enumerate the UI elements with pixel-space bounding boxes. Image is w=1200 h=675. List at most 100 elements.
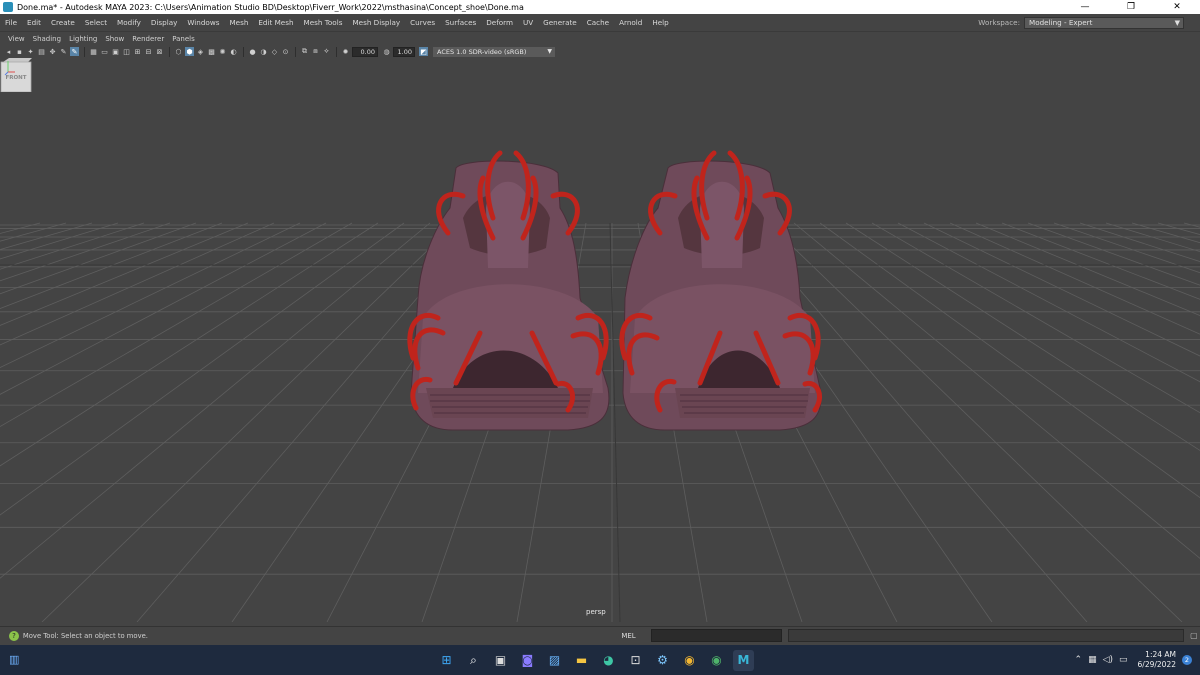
menu-edit[interactable]: Edit — [22, 18, 46, 27]
image-plane-icon[interactable]: ▤ — [37, 47, 46, 56]
screen-space-ao-icon[interactable]: ● — [248, 47, 257, 56]
minimize-button[interactable]: — — [1062, 0, 1108, 14]
clock-date: 6/29/2022 — [1137, 660, 1176, 669]
menu-file[interactable]: File — [0, 18, 22, 27]
edge-browser-icon[interactable]: ◕ — [598, 650, 619, 671]
color-space-select[interactable]: ACES 1.0 SDR-video (sRGB) ▼ — [433, 46, 555, 57]
color-management-icon[interactable]: ◩ — [419, 47, 428, 56]
grid-line — [0, 222, 93, 251]
menu-cache[interactable]: Cache — [582, 18, 614, 27]
use-all-lights-icon[interactable]: ✺ — [218, 47, 227, 56]
network-icon[interactable]: ▦ — [1088, 655, 1097, 665]
exposure-icon[interactable]: ✹ — [341, 47, 350, 56]
show-hidden-icons-chevron-up-icon[interactable]: ⌃ — [1075, 655, 1083, 665]
menu-generate[interactable]: Generate — [538, 18, 582, 27]
notification-badge[interactable]: 2 — [1182, 655, 1192, 665]
close-button[interactable]: ✕ — [1154, 0, 1200, 14]
xray-joints-icon[interactable]: ⟡ — [322, 47, 331, 56]
bookmark-icon[interactable]: ✦ — [26, 47, 35, 56]
grid-line — [0, 222, 119, 260]
restore-button[interactable]: ❐ — [1108, 0, 1154, 14]
menu-mesh-display[interactable]: Mesh Display — [347, 18, 405, 27]
grid-line — [923, 222, 1200, 357]
file-explorer-icon[interactable]: ▬ — [571, 650, 592, 671]
anti-aliasing-icon[interactable]: ◇ — [270, 47, 279, 56]
menu-arnold[interactable]: Arnold — [614, 18, 647, 27]
command-line-input[interactable] — [651, 629, 782, 642]
help-line-text: Move Tool: Select an object to move. — [22, 631, 148, 640]
perspective-viewport[interactable]: FRONT persp — [0, 58, 1200, 622]
speaker-icon[interactable]: ◁) — [1103, 655, 1113, 665]
panel-menu-view[interactable]: View — [4, 35, 29, 43]
menu-select[interactable]: Select — [80, 18, 112, 27]
workspace-value: Modeling - Expert — [1029, 18, 1093, 27]
menu-windows[interactable]: Windows — [182, 18, 224, 27]
wireframe-on-shaded-icon[interactable]: ◈ — [196, 47, 205, 56]
workspace-select[interactable]: Modeling - Expert ▼ — [1024, 16, 1184, 29]
chrome-icon[interactable]: ◉ — [679, 650, 700, 671]
main-menu-bar: File Edit Create Select Modify Display W… — [0, 14, 1200, 32]
safe-action-icon[interactable]: ⊟ — [144, 47, 153, 56]
menu-edit-mesh[interactable]: Edit Mesh — [253, 18, 298, 27]
gate-mask-icon[interactable]: ◫ — [122, 47, 131, 56]
battery-icon[interactable]: ▭ — [1119, 655, 1128, 665]
smooth-shade-icon[interactable]: ⬢ — [185, 47, 194, 56]
workspace-label: Workspace: — [978, 18, 1020, 27]
wireframe-icon[interactable]: ⬡ — [174, 47, 183, 56]
menu-modify[interactable]: Modify — [112, 18, 146, 27]
grid-toggle-icon[interactable]: ▦ — [89, 47, 98, 56]
motion-blur-icon[interactable]: ◑ — [259, 47, 268, 56]
microsoft-store-icon[interactable]: ⊡ — [625, 650, 646, 671]
teams-chat-icon[interactable]: ◙ — [517, 650, 538, 671]
grid-line — [0, 222, 301, 369]
gamma-icon[interactable]: ◍ — [382, 47, 391, 56]
system-tray: ⌃ ▦ ◁) ▭ 1:24 AM 6/29/2022 2 — [1075, 645, 1200, 675]
menu-create[interactable]: Create — [46, 18, 80, 27]
camera-select-icon[interactable]: ◂ — [4, 47, 13, 56]
script-editor-icon[interactable]: ▢ — [1190, 631, 1200, 641]
toolbar-divider — [84, 46, 85, 57]
xray-icon[interactable]: ⧈ — [311, 47, 320, 56]
gamma-field[interactable]: 1.00 — [393, 46, 415, 57]
shadows-icon[interactable]: ◐ — [229, 47, 238, 56]
widgets-icon[interactable]: ▥ — [9, 653, 23, 667]
camera-attributes-icon[interactable]: ▪ — [15, 47, 24, 56]
mel-toggle[interactable]: MEL — [621, 632, 651, 640]
depth-of-field-icon[interactable]: ⊙ — [281, 47, 290, 56]
viewport-scene — [0, 150, 1200, 622]
menu-mesh[interactable]: Mesh — [224, 18, 253, 27]
toolbar-divider — [169, 46, 170, 57]
panel-menu-panels[interactable]: Panels — [168, 35, 199, 43]
isolate-select-icon[interactable]: ⧉ — [300, 47, 309, 56]
menu-mesh-tools[interactable]: Mesh Tools — [299, 18, 348, 27]
chrome-profile-icon[interactable]: ◉ — [706, 650, 727, 671]
menu-curves[interactable]: Curves — [405, 18, 440, 27]
textured-icon[interactable]: ▩ — [207, 47, 216, 56]
menu-help[interactable]: Help — [647, 18, 673, 27]
grid-line — [1183, 222, 1200, 228]
grease-pencil-icon[interactable]: ✎ — [59, 47, 68, 56]
grease-pencil-active-icon[interactable]: ✎ — [70, 47, 79, 56]
safe-title-icon[interactable]: ⊠ — [155, 47, 164, 56]
panel-menu-show[interactable]: Show — [101, 35, 128, 43]
exposure-field[interactable]: 0.00 — [352, 46, 378, 57]
two-d-pan-icon[interactable]: ✥ — [48, 47, 57, 56]
start-icon[interactable]: ⊞ — [436, 650, 457, 671]
panel-menu-renderer[interactable]: Renderer — [128, 35, 168, 43]
settings-icon[interactable]: ⚙ — [652, 650, 673, 671]
resolution-gate-icon[interactable]: ▣ — [111, 47, 120, 56]
axis-gizmo-icon — [4, 61, 15, 76]
film-gate-icon[interactable]: ▭ — [100, 47, 109, 56]
menu-surfaces[interactable]: Surfaces — [440, 18, 481, 27]
menu-deform[interactable]: Deform — [481, 18, 518, 27]
task-view-icon[interactable]: ▣ — [490, 650, 511, 671]
search-icon[interactable]: ⌕ — [463, 650, 484, 671]
panel-menu-shading[interactable]: Shading — [29, 35, 65, 43]
maya-taskbar-icon[interactable]: M — [733, 649, 754, 671]
field-chart-icon[interactable]: ⊞ — [133, 47, 142, 56]
photos-icon[interactable]: ▨ — [544, 650, 565, 671]
menu-display[interactable]: Display — [146, 18, 183, 27]
panel-menu-lighting[interactable]: Lighting — [65, 35, 101, 43]
taskbar-clock[interactable]: 1:24 AM 6/29/2022 — [1138, 650, 1176, 670]
menu-uv[interactable]: UV — [518, 18, 538, 27]
